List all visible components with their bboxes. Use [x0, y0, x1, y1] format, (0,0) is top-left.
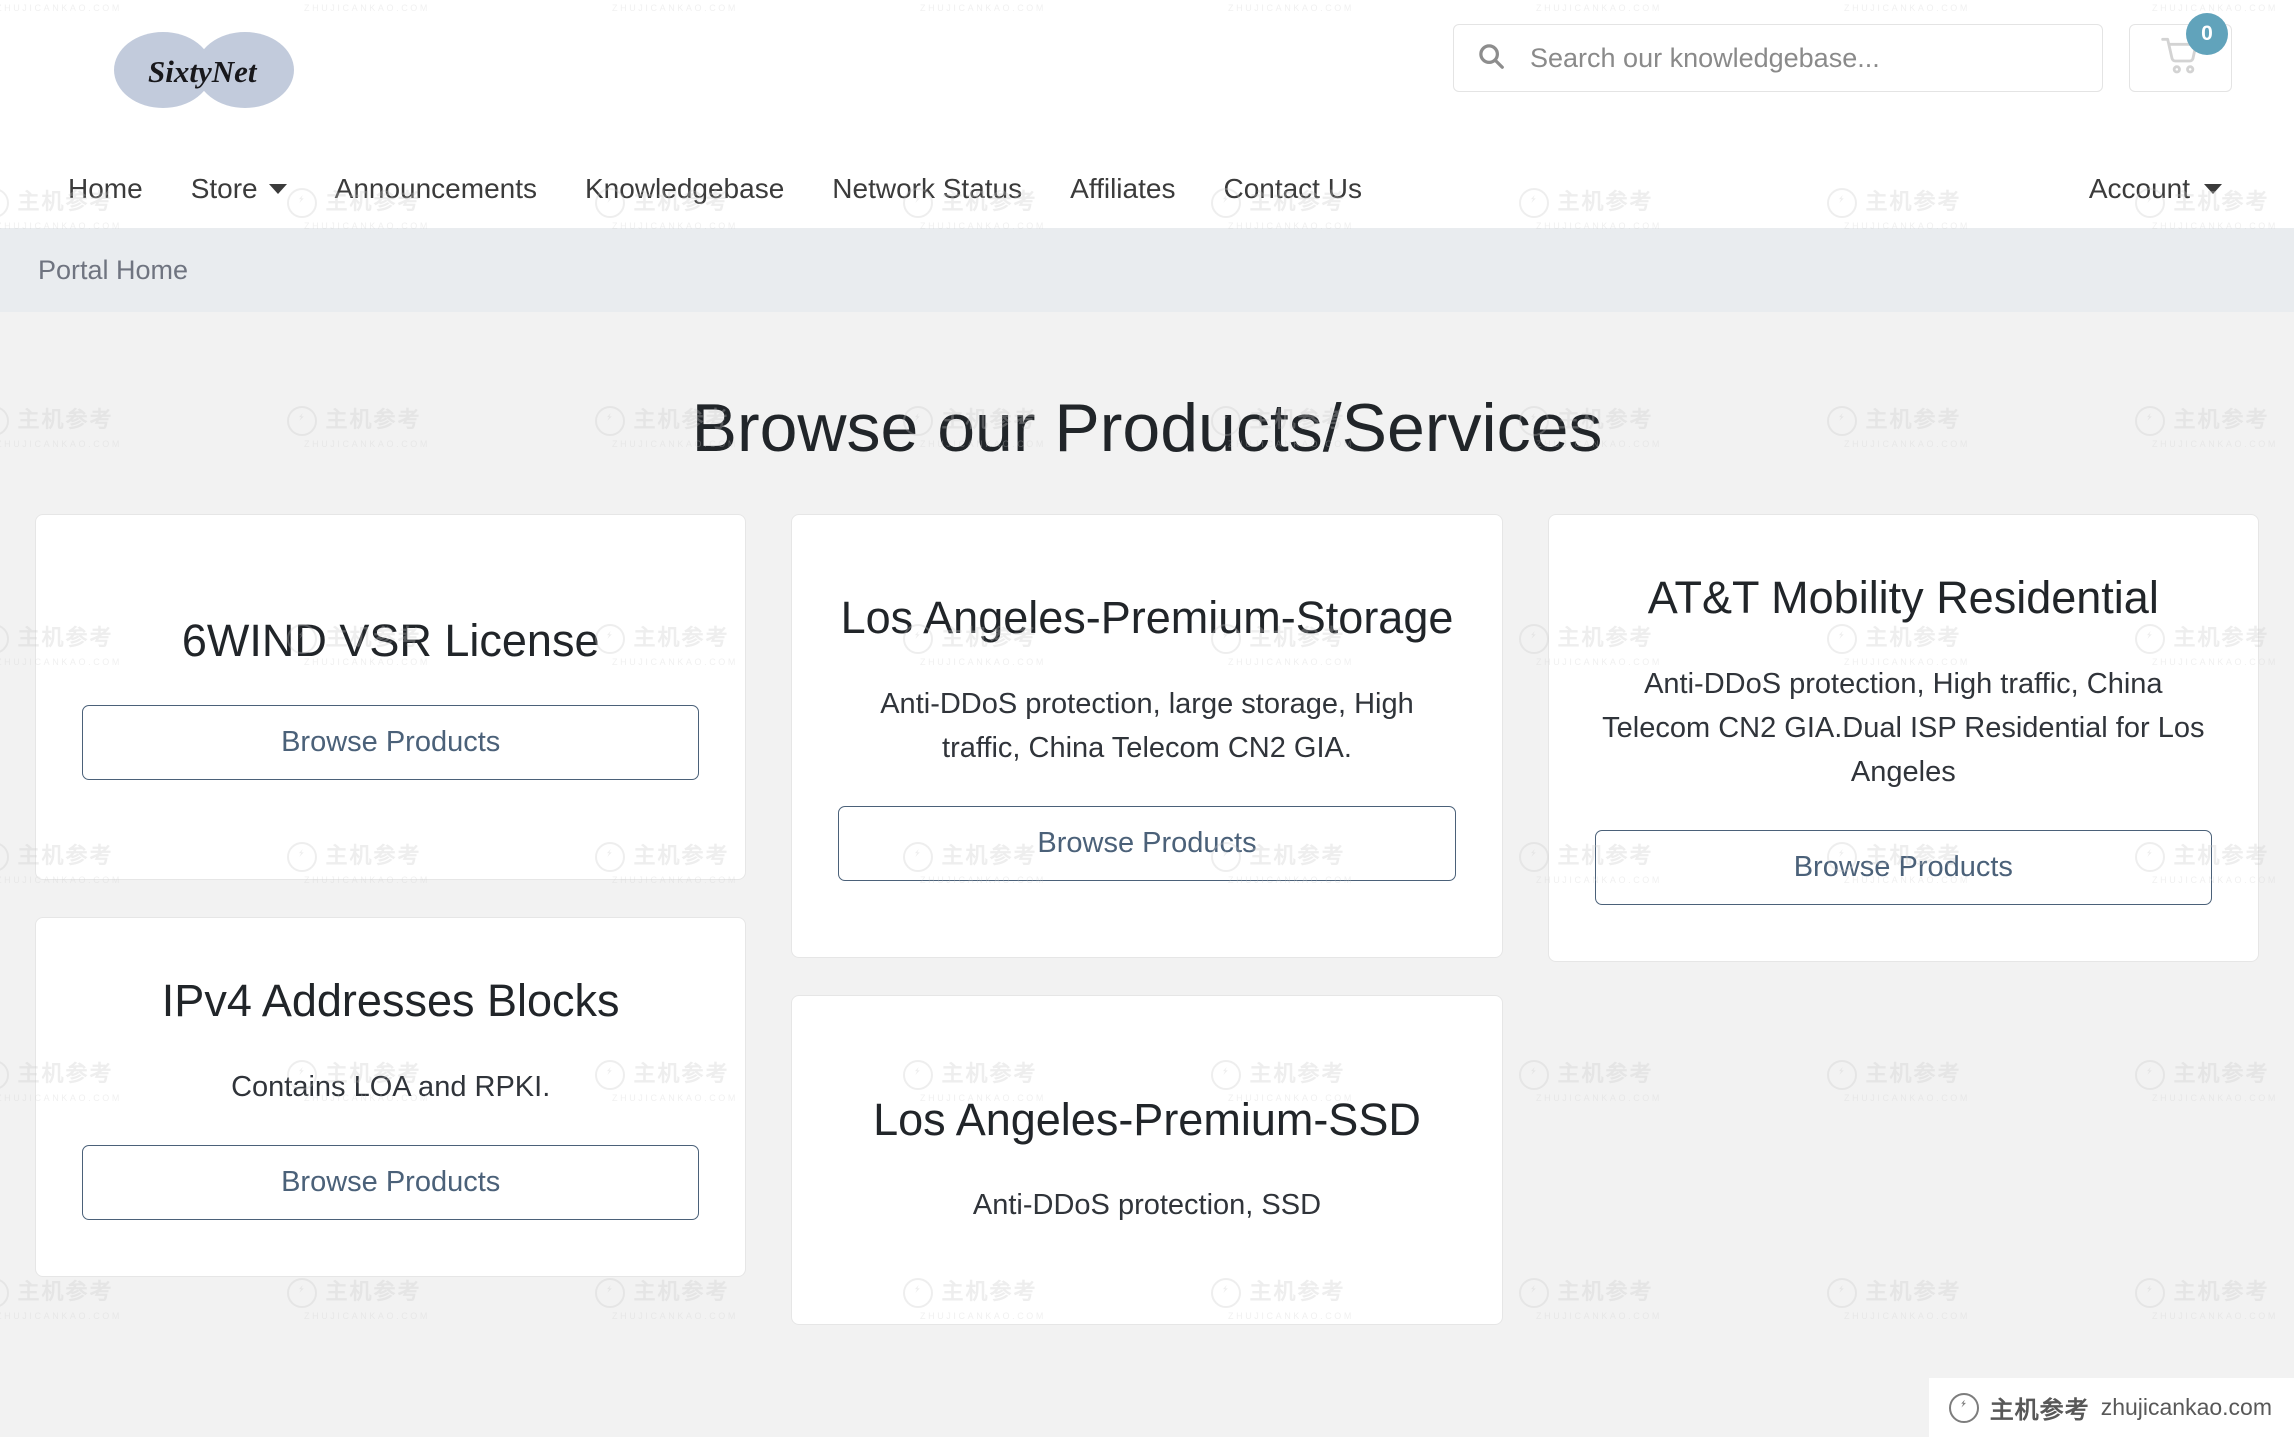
product-group-title: Los Angeles-Premium-SSD [873, 1093, 1421, 1145]
product-group-title: 6WIND VSR License [181, 615, 600, 667]
product-group-description: Anti-DDoS protection, SSD [972, 1189, 1322, 1222]
corner-badge-url-text: zhujicankao.com [2100, 1394, 2272, 1420]
browse-products-button[interactable]: Browse Products [838, 806, 1456, 882]
cart-button[interactable]: 0 [2129, 13, 2232, 92]
product-groups-grid: 6WIND VSR License Browse Products IPv4 A… [0, 514, 2294, 1325]
nav-list: Home Store Announcements Knowledgebase N… [62, 173, 1386, 205]
page-title: Browse our Products/Services [691, 390, 1603, 466]
nav-label: Network Status [832, 173, 1023, 204]
breadcrumb-item-portal-home[interactable]: Portal Home [38, 255, 188, 286]
nav-item-announcements[interactable]: Announcements [311, 173, 561, 205]
zhujicankao-logo-icon [1948, 1392, 1979, 1423]
nav-label: Home [68, 173, 143, 204]
nav-item-network-status[interactable]: Network Status [808, 173, 1046, 205]
header-actions: 0 [1453, 13, 2232, 92]
search-icon [1476, 41, 1506, 76]
watermark-corner-badge: 主机参考 zhujicankao.com [1928, 1378, 2294, 1437]
site-logo[interactable]: SixtyNet [58, 32, 294, 108]
nav-label: Knowledgebase [585, 173, 785, 204]
logo-text: SixtyNet [148, 54, 257, 89]
corner-badge-cn-text: 主机参考 [1989, 1396, 2090, 1424]
product-group-card: Los Angeles-Premium-Storage Anti-DDoS pr… [791, 514, 1503, 958]
product-column-1: 6WIND VSR License Browse Products IPv4 A… [35, 514, 747, 1277]
nav-label: Store [190, 173, 258, 204]
browse-products-button[interactable]: Browse Products [82, 1144, 700, 1220]
nav-item-affiliates[interactable]: Affiliates [1046, 173, 1199, 205]
chevron-down-icon [268, 184, 287, 194]
nav-label: Announcements [334, 173, 537, 204]
browse-products-button[interactable]: Browse Products [1594, 830, 2212, 906]
product-group-card: AT&T Mobility Residential Anti-DDoS prot… [1547, 514, 2259, 963]
nav-item-store[interactable]: Store [167, 173, 311, 205]
main-content: Browse our Products/Services 6WIND VSR L… [0, 312, 2294, 1437]
product-group-description: Anti-DDoS protection, High traffic, Chin… [1602, 667, 2205, 789]
product-group-title: AT&T Mobility Residential [1647, 572, 2159, 623]
nav-label: Contact Us [1223, 173, 1362, 204]
search-box[interactable] [1453, 24, 2103, 92]
product-group-card: 6WIND VSR License Browse Products [35, 514, 747, 880]
product-group-title: Los Angeles-Premium-Storage [840, 591, 1454, 643]
nav-item-knowledgebase[interactable]: Knowledgebase [561, 173, 808, 205]
breadcrumb: Portal Home [0, 228, 2294, 312]
product-group-description: Contains LOA and RPKI. [231, 1070, 551, 1103]
search-input[interactable] [1530, 42, 2080, 74]
nav-account-label: Account [2088, 173, 2190, 204]
chevron-down-icon [2204, 184, 2222, 194]
browse-products-button[interactable]: Browse Products [82, 704, 700, 780]
nav-item-home[interactable]: Home [62, 173, 167, 205]
product-group-description: Anti-DDoS protection, large storage, Hig… [880, 687, 1414, 764]
nav-label: Affiliates [1070, 173, 1176, 204]
product-column-2: Los Angeles-Premium-Storage Anti-DDoS pr… [791, 514, 1503, 1325]
product-group-title: IPv4 Addresses Blocks [161, 975, 620, 1026]
product-group-card: IPv4 Addresses Blocks Contains LOA and R… [35, 917, 747, 1277]
product-column-3: AT&T Mobility Residential Anti-DDoS prot… [1547, 514, 2259, 963]
nav-item-contact-us[interactable]: Contact Us [1199, 173, 1386, 205]
main-navigation: Home Store Announcements Knowledgebase N… [0, 150, 2294, 228]
nav-item-account[interactable]: Account [2089, 173, 2232, 205]
product-group-card: Los Angeles-Premium-SSD Anti-DDoS protec… [791, 995, 1503, 1325]
cart-count-badge: 0 [2186, 13, 2228, 55]
